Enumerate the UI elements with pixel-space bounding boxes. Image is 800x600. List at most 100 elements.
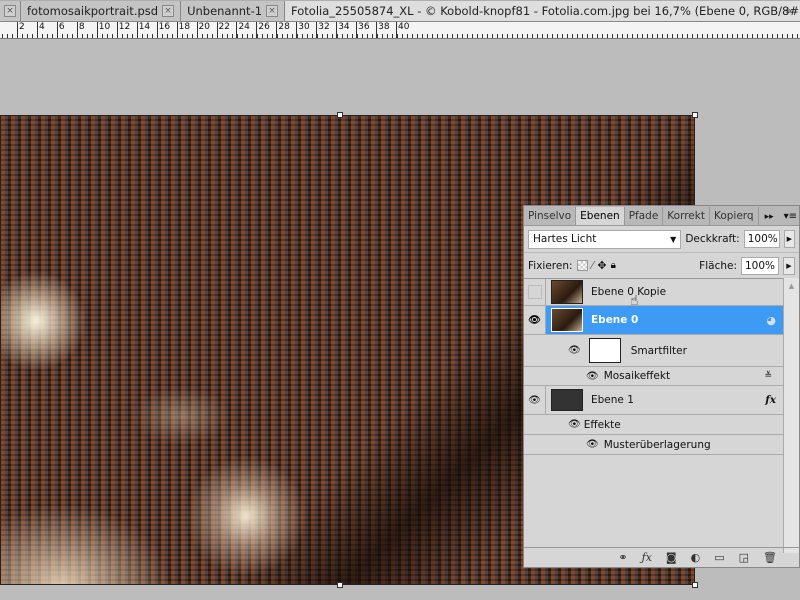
lock-brush-icon[interactable]: ⁄ xyxy=(592,259,594,272)
lock-move-icon[interactable]: ✥ xyxy=(597,259,606,272)
ruler-tick xyxy=(397,34,398,38)
ruler-tick xyxy=(757,34,758,38)
close-icon[interactable]: × xyxy=(4,5,16,17)
ruler-tick xyxy=(92,34,93,38)
eye-icon[interactable]: 👁︎ xyxy=(524,386,546,414)
blend-mode-select[interactable]: Hartes Licht ▼ xyxy=(528,229,682,249)
expand-icon[interactable]: ▸▸ xyxy=(759,212,780,225)
opacity-slider-button[interactable]: ▶ xyxy=(783,230,795,248)
ruler-tick xyxy=(472,34,473,38)
adjustment-layer-icon[interactable]: ◐ xyxy=(691,551,701,564)
ruler-tick xyxy=(67,34,68,38)
add-style-icon[interactable]: ƒx xyxy=(642,551,652,564)
ruler-tick xyxy=(227,34,228,38)
ruler-tick xyxy=(242,34,243,38)
new-layer-icon[interactable]: ◲ xyxy=(739,551,749,564)
ruler-tick xyxy=(587,34,588,38)
layers-scrollbar[interactable]: ▲ xyxy=(783,278,799,553)
horizontal-ruler: 2 4 6 8 10 12 14 16 18 20 22 24 26 28 30 32 34 36 38 40 xyxy=(0,22,800,39)
tab-fotolia[interactable]: Fotolia_25505874_XL - © Kobold-knopf81 -… xyxy=(285,1,800,21)
ruler-tick xyxy=(477,34,478,38)
ruler-tick xyxy=(537,34,538,38)
ruler-tick xyxy=(532,34,533,38)
new-group-icon[interactable]: ▭ xyxy=(714,551,724,564)
lock-transparency-icon[interactable] xyxy=(576,260,588,271)
eye-icon[interactable]: 👁︎ xyxy=(586,439,599,450)
transform-handle[interactable] xyxy=(692,112,698,118)
ruler-tick xyxy=(412,34,413,38)
ruler-tick xyxy=(777,34,778,38)
visibility-toggle-off[interactable] xyxy=(524,279,546,305)
tab-korrekturen[interactable]: Korrekt xyxy=(663,207,710,225)
smartfilter-row[interactable]: 👁︎ Smartfilter xyxy=(524,335,784,367)
tab-close-prev[interactable]: × xyxy=(0,1,21,21)
ruler-tick xyxy=(342,34,343,38)
transform-handle[interactable] xyxy=(337,112,343,118)
ruler-tick xyxy=(267,34,268,38)
tab-pfade[interactable]: Pfade xyxy=(625,207,664,225)
layer-ebene-0[interactable]: 👁︎ Ebene 0 ◕ xyxy=(524,306,784,335)
fx-icon[interactable]: fx xyxy=(765,394,776,406)
ruler-tick xyxy=(502,34,503,38)
ruler-tick xyxy=(772,34,773,38)
layer-name: Ebene 0 xyxy=(591,314,639,326)
tabs-overflow-button[interactable]: » xyxy=(785,4,792,17)
ruler-tick xyxy=(647,34,648,38)
ruler-tick xyxy=(527,34,528,38)
tab-label: Fotolia_25505874_XL - © Kobold-knopf81 -… xyxy=(291,4,800,18)
layer-name: Ebene 1 xyxy=(591,394,634,406)
ruler-tick xyxy=(17,34,18,38)
fill-slider-button[interactable]: ▶ xyxy=(783,256,795,275)
ruler-tick xyxy=(377,34,378,38)
ruler-label: 6 xyxy=(56,22,65,38)
panel-menu-icon[interactable]: ▾≡ xyxy=(780,211,800,225)
ruler-tick xyxy=(327,34,328,38)
ruler-tick xyxy=(222,34,223,38)
lock-all-icon[interactable]: 🔒︎ xyxy=(611,260,616,271)
eye-icon[interactable]: 👁︎ xyxy=(524,306,546,334)
layer-ebene-0-kopie[interactable]: Ebene 0 Kopie ☝ xyxy=(524,279,784,309)
eye-icon[interactable]: 👁︎ xyxy=(568,419,581,430)
ruler-tick xyxy=(272,34,273,38)
ruler-tick xyxy=(697,34,698,38)
close-icon[interactable]: × xyxy=(162,5,175,17)
close-icon[interactable]: × xyxy=(266,5,279,17)
ruler-tick xyxy=(482,34,483,38)
ruler-tick xyxy=(22,34,23,38)
ruler-tick xyxy=(7,34,8,38)
ruler-tick xyxy=(352,34,353,38)
ruler-tick xyxy=(392,34,393,38)
eye-icon[interactable]: 👁︎ xyxy=(586,371,599,382)
effects-row[interactable]: 👁︎ Effekte xyxy=(524,415,784,434)
tab-pinselvorgaben[interactable]: Pinselvo xyxy=(524,207,577,225)
ruler-tick xyxy=(512,34,513,38)
eye-icon[interactable]: 👁︎ xyxy=(568,345,581,356)
tab-ebenen[interactable]: Ebenen xyxy=(576,207,625,225)
tab-fotomosaikportrait[interactable]: fotomosaikportrait.psd × xyxy=(21,1,182,21)
layer-ebene-1[interactable]: 👁︎ Ebene 1 fx xyxy=(524,386,784,415)
ruler-tick xyxy=(617,34,618,38)
tab-kopierquelle[interactable]: Kopierq xyxy=(710,207,759,225)
ruler-tick xyxy=(132,34,133,38)
ruler-tick xyxy=(797,34,798,38)
transform-handle[interactable] xyxy=(337,582,343,588)
transform-handle[interactable] xyxy=(692,582,698,588)
ruler-tick xyxy=(187,34,188,38)
filter-options-icon[interactable]: ≚ xyxy=(764,371,772,381)
ruler-tick xyxy=(152,34,153,38)
ruler-tick xyxy=(212,34,213,38)
fill-input[interactable]: 100% xyxy=(741,256,779,275)
ruler-tick xyxy=(167,34,168,38)
add-mask-icon[interactable]: ◙ xyxy=(666,551,677,564)
opacity-input[interactable]: 100% xyxy=(743,230,780,248)
ruler-tick xyxy=(27,34,28,38)
ruler-tick xyxy=(762,34,763,38)
ruler-tick xyxy=(787,34,788,38)
effect-musterueberlagerung[interactable]: 👁︎ Musterüberlagerung xyxy=(524,434,784,455)
filter-mosaikeffekt[interactable]: 👁︎ Mosaikeffekt ≚ xyxy=(524,367,784,386)
ruler-tick xyxy=(497,34,498,38)
tab-label: Unbenannt-1 xyxy=(187,4,263,18)
link-layers-icon[interactable]: ⚭ xyxy=(618,551,627,564)
tab-unbenannt[interactable]: Unbenannt-1 × xyxy=(181,1,286,21)
delete-layer-icon[interactable]: 🗑︎ xyxy=(763,551,777,564)
